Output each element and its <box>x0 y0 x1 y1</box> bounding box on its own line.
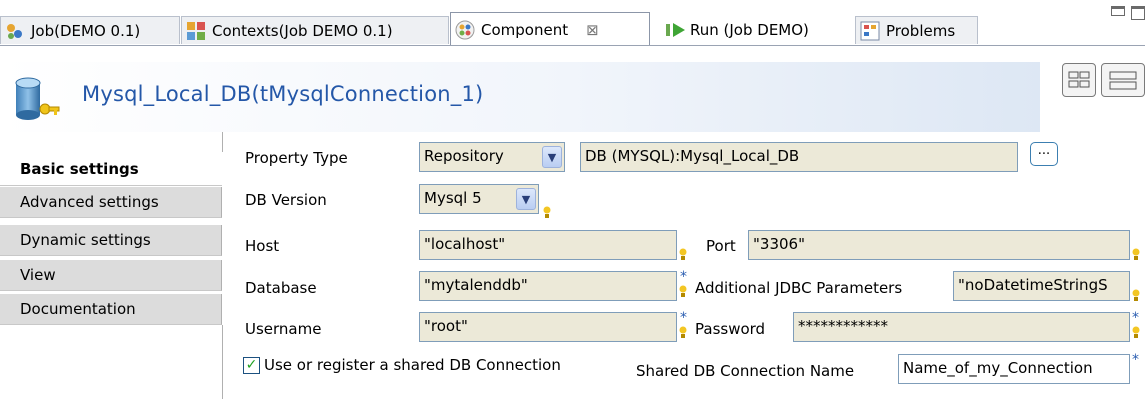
hint-icon <box>679 326 687 338</box>
required-icon: * <box>1132 310 1139 326</box>
property-type-select[interactable]: Repository ▼ <box>419 142 565 172</box>
tab-problems[interactable]: Problems <box>855 16 978 44</box>
hint-icon <box>679 285 687 297</box>
required-icon: * <box>1132 352 1139 368</box>
nav-divider <box>222 132 223 152</box>
port-input[interactable]: "3306" <box>748 230 1130 260</box>
jdbc-params-label: Additional JDBC Parameters <box>695 279 903 297</box>
shared-name-label: Shared DB Connection Name <box>636 362 855 380</box>
shared-connection-checkbox[interactable]: ✓ <box>243 357 260 374</box>
hint-icon <box>679 248 687 260</box>
host-label: Host <box>245 237 280 255</box>
maximize-icon[interactable] <box>1131 6 1145 20</box>
minimize-icon[interactable] <box>1111 6 1125 16</box>
nav-dynamic-settings[interactable]: Dynamic settings <box>0 225 222 256</box>
nav-divider-lower <box>222 325 223 399</box>
hint-icon <box>1132 289 1140 301</box>
problems-icon <box>860 21 880 41</box>
database-input[interactable]: "mytalenddb" <box>419 271 677 301</box>
chevron-down-icon: ▼ <box>516 188 536 210</box>
tab-run[interactable]: Run (Job DEMO) <box>660 16 850 44</box>
tab-contexts-label: Contexts(Job DEMO 0.1) <box>212 21 393 40</box>
shared-connection-label: Use or register a shared DB Connection <box>264 356 561 374</box>
username-input[interactable]: "root" <box>419 312 677 342</box>
port-label: Port <box>706 237 736 255</box>
database-label: Database <box>245 279 317 297</box>
nav-documentation[interactable]: Documentation <box>0 294 222 325</box>
nav-advanced-settings[interactable]: Advanced settings <box>0 187 222 218</box>
tab-job-label: Job(DEMO 0.1) <box>31 21 141 40</box>
component-title: Mysql_Local_DB(tMysqlConnection_1) <box>82 82 484 106</box>
tab-contexts[interactable]: Contexts(Job DEMO 0.1) <box>181 16 449 44</box>
password-input[interactable]: ************ <box>793 312 1130 342</box>
db-version-value: Mysql 5 <box>424 189 482 207</box>
chevron-down-icon: ▼ <box>542 146 562 168</box>
close-icon[interactable]: ⊠ <box>586 21 599 39</box>
database-connection-icon <box>14 77 74 121</box>
repository-field[interactable]: DB (MYSQL):Mysql_Local_DB <box>580 142 1018 172</box>
password-label: Password <box>695 320 766 338</box>
tab-job[interactable]: Job(DEMO 0.1) <box>0 16 180 44</box>
db-version-select[interactable]: Mysql 5 ▼ <box>419 184 539 214</box>
shared-name-input[interactable]: Name_of_my_Connection <box>898 354 1130 384</box>
property-type-label: Property Type <box>245 149 348 167</box>
job-icon <box>5 21 25 41</box>
username-label: Username <box>245 320 322 338</box>
nav-basic-settings[interactable]: Basic settings <box>0 152 222 186</box>
jdbc-params-input[interactable]: "noDatetimeStringS <box>953 271 1130 301</box>
layout-stack-button[interactable] <box>1101 63 1145 97</box>
required-icon: * <box>680 310 687 326</box>
layout-grid-button[interactable] <box>1062 63 1096 97</box>
property-type-value: Repository <box>424 147 504 165</box>
hint-icon <box>1132 326 1140 338</box>
tab-component[interactable]: Component ⊠ <box>450 12 650 46</box>
browse-button[interactable]: ... <box>1030 142 1058 166</box>
tab-problems-label: Problems <box>886 21 956 40</box>
required-icon: * <box>680 269 687 285</box>
run-icon <box>664 20 685 40</box>
hint-icon <box>1132 248 1140 260</box>
contexts-icon <box>186 21 206 41</box>
component-icon <box>455 20 475 40</box>
tab-run-label: Run (Job DEMO) <box>690 21 809 39</box>
nav-view[interactable]: View <box>0 260 222 291</box>
host-input[interactable]: "localhost" <box>419 230 677 260</box>
tab-divider <box>0 45 1145 46</box>
tab-component-label: Component <box>481 20 569 39</box>
hint-icon <box>543 206 551 218</box>
db-version-label: DB Version <box>245 191 327 209</box>
